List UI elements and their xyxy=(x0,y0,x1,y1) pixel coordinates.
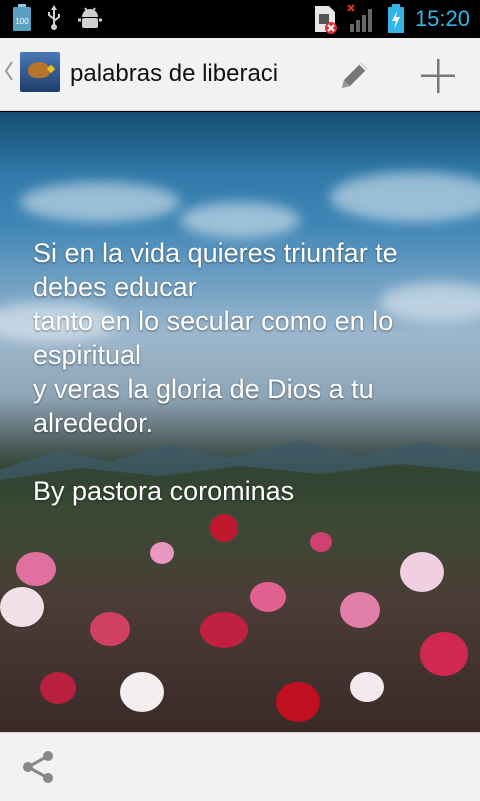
flower xyxy=(90,612,130,646)
action-bar: palabras de liberaci xyxy=(0,38,480,111)
quote-author: By pastora corominas xyxy=(33,476,295,506)
quote-line: tanto en lo secular como en lo espiritua… xyxy=(33,306,394,370)
flower xyxy=(400,552,444,592)
flower xyxy=(340,592,380,628)
no-sim-icon xyxy=(313,4,337,34)
clock: 15:20 xyxy=(414,6,470,31)
flower xyxy=(16,552,56,586)
edit-button[interactable] xyxy=(330,52,378,100)
add-button[interactable] xyxy=(414,52,462,100)
flower xyxy=(420,632,468,676)
quote-line: Si en la vida quieres triunfar te debes … xyxy=(33,238,398,302)
flower xyxy=(310,532,332,552)
quote-panel: Si en la vida quieres triunfar te debes … xyxy=(0,112,480,732)
flower xyxy=(276,682,320,722)
flower xyxy=(120,672,164,712)
flower xyxy=(200,612,248,648)
edit-icon xyxy=(334,56,374,96)
add-icon xyxy=(418,56,458,96)
app-icon[interactable] xyxy=(20,52,60,92)
up-chevron-icon[interactable] xyxy=(4,60,14,89)
background-cloud xyxy=(330,172,480,222)
signal-off-icon xyxy=(347,4,377,34)
battery-level-label: 100 xyxy=(15,17,29,26)
quote-spacer xyxy=(33,440,463,474)
android-debug-icon xyxy=(76,5,104,31)
quote-text: Si en la vida quieres triunfar te debes … xyxy=(33,236,463,508)
usb-icon xyxy=(46,5,62,31)
quote-line: y veras la gloria de Dios a tu alrededor… xyxy=(33,374,374,438)
page-title: palabras de liberaci xyxy=(70,60,279,87)
flower xyxy=(150,542,174,564)
flower xyxy=(210,514,238,542)
status-bar: 100 15:20 xyxy=(0,0,480,38)
bottom-action-bar xyxy=(0,732,480,801)
flower xyxy=(250,582,286,612)
share-button[interactable] xyxy=(14,743,62,791)
flower xyxy=(350,672,384,702)
battery-charging-icon xyxy=(387,4,405,34)
eagle-graphic xyxy=(28,62,50,78)
status-right: 15:20 xyxy=(313,2,470,36)
share-icon xyxy=(18,747,58,787)
background-cloud xyxy=(180,202,300,238)
flower xyxy=(40,672,76,704)
battery-100-icon: 100 xyxy=(12,4,32,32)
status-left: 100 xyxy=(12,4,104,32)
background-cloud xyxy=(20,182,180,222)
flower xyxy=(0,587,44,627)
